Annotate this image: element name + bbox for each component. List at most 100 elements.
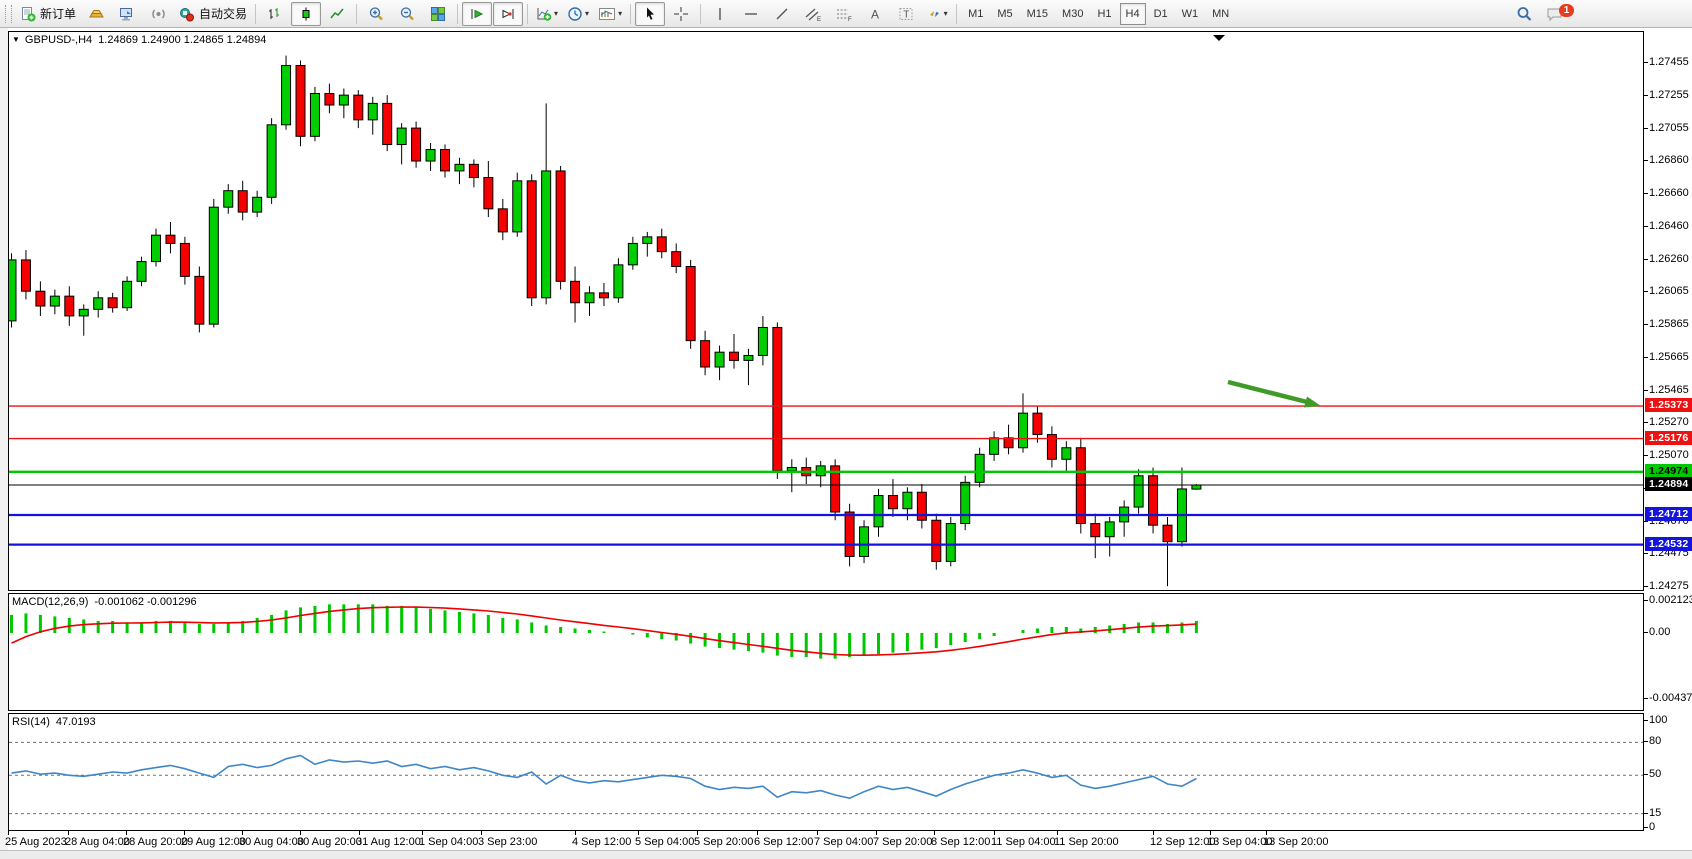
- line-chart-icon: [329, 6, 345, 22]
- trendline-button[interactable]: [767, 2, 797, 26]
- current-price-badge: 1.24894: [1645, 477, 1692, 491]
- price-level-badge: 1.24532: [1645, 537, 1692, 551]
- bar-chart-button[interactable]: [260, 2, 290, 26]
- timeframe-button-M1[interactable]: M1: [962, 3, 989, 25]
- vertical-line-button[interactable]: [705, 2, 735, 26]
- timeframe-button-W1[interactable]: W1: [1176, 3, 1205, 25]
- new-order-button[interactable]: 新订单: [16, 2, 80, 26]
- chevron-down-icon: ▾: [554, 10, 558, 18]
- cursor-icon: [643, 6, 657, 22]
- time-axis-label: 29 Aug 12:00: [181, 836, 246, 848]
- crosshair-icon: [673, 6, 689, 22]
- zoom-in-button[interactable]: [361, 2, 391, 26]
- time-axis-label: 7 Sep 04:00: [814, 836, 873, 848]
- time-axis-tick: [422, 831, 423, 835]
- macd-histogram: [12, 604, 1197, 658]
- candlestick-chart: [9, 32, 1643, 590]
- line-chart-button[interactable]: [322, 2, 352, 26]
- timeframe-button-MN[interactable]: MN: [1206, 3, 1235, 25]
- macd-indicator-pane[interactable]: [8, 593, 1644, 711]
- zoom-out-button[interactable]: [392, 2, 422, 26]
- ohlc-quote: 1.24869 1.24900 1.24865 1.24894: [98, 34, 266, 46]
- cursor-button[interactable]: [635, 2, 665, 26]
- deposit-gold-button[interactable]: [81, 2, 111, 26]
- svg-text:F: F: [848, 17, 852, 22]
- horizontal-line-icon: [743, 6, 759, 22]
- time-axis-tick: [126, 831, 127, 835]
- fibonacci-button[interactable]: F: [829, 2, 859, 26]
- price-axis-tick: 1.26860: [1649, 154, 1689, 166]
- price-axis-tick: 1.25465: [1649, 384, 1689, 396]
- remote-terminal-button[interactable]: [112, 2, 142, 26]
- signals-button[interactable]: [143, 2, 173, 26]
- rsi-axis-tick: 50: [1649, 768, 1661, 780]
- periods-button[interactable]: ▾: [563, 2, 593, 26]
- timeframe-button-M30[interactable]: M30: [1056, 3, 1089, 25]
- new-order-icon: [20, 6, 36, 22]
- price-axis-tick: 1.25070: [1649, 449, 1689, 461]
- symbol-period: GBPUSD-,H4: [25, 34, 92, 46]
- main-chart-pane[interactable]: [8, 31, 1644, 591]
- tile-windows-button[interactable]: [423, 2, 453, 26]
- candlestick-chart-button[interactable]: [291, 2, 321, 26]
- auto-scroll-button[interactable]: [462, 2, 492, 26]
- text-button[interactable]: A: [860, 2, 890, 26]
- notifications-button[interactable]: 1: [1540, 2, 1570, 26]
- time-axis-label: 5 Sep 20:00: [694, 836, 753, 848]
- price-axis-tick: 1.26065: [1649, 285, 1689, 297]
- signal-icon: [150, 6, 167, 22]
- price-axis-tick: 1.24275: [1649, 580, 1689, 592]
- equidistant-channel-button[interactable]: E: [798, 2, 828, 26]
- horizontal-line-button[interactable]: [736, 2, 766, 26]
- rsi-indicator-pane[interactable]: [8, 713, 1644, 831]
- macd-axis-tick: 0.002123: [1649, 594, 1692, 606]
- text-label-button[interactable]: T: [891, 2, 921, 26]
- chart-shift-button[interactable]: [493, 2, 523, 26]
- svg-text:T: T: [903, 9, 909, 20]
- crosshair-button[interactable]: [666, 2, 696, 26]
- timeframe-group: M1M5M15M30H1H4D1W1MN: [961, 3, 1236, 25]
- search-button[interactable]: [1509, 2, 1539, 26]
- arrows-button[interactable]: ▾: [922, 2, 952, 26]
- toolbar-grip[interactable]: [5, 5, 12, 23]
- computer-icon: [118, 6, 136, 22]
- timeframe-button-M15[interactable]: M15: [1021, 3, 1054, 25]
- auto-trading-label: 自动交易: [199, 5, 247, 22]
- vertical-line-icon: [714, 6, 726, 22]
- rsi-axis-tick: 100: [1649, 714, 1667, 726]
- time-axis-tick: [1210, 831, 1211, 835]
- indicators-button[interactable]: ▾: [532, 2, 562, 26]
- time-axis-label: 8 Sep 12:00: [931, 836, 990, 848]
- time-axis-label: 12 Sep 12:00: [1150, 836, 1215, 848]
- tile-windows-icon: [430, 6, 446, 22]
- chevron-down-icon: ▾: [585, 10, 589, 18]
- rsi-axis-tick: 0: [1649, 821, 1655, 833]
- macd-signal-line: [12, 607, 1197, 655]
- time-axis-tick: [184, 831, 185, 835]
- macd-name: MACD(12,26,9): [12, 596, 88, 608]
- time-axis-label: 30 Aug 20:00: [297, 836, 362, 848]
- timeframe-button-H1[interactable]: H1: [1091, 3, 1117, 25]
- time-axis-tick: [757, 831, 758, 835]
- time-axis-tick: [1153, 831, 1154, 835]
- templates-button[interactable]: ▾: [594, 2, 626, 26]
- time-axis-tick: [8, 831, 9, 835]
- fibonacci-icon: F: [835, 6, 853, 22]
- timeframe-button-H4[interactable]: H4: [1120, 3, 1146, 25]
- timeframe-button-D1[interactable]: D1: [1148, 3, 1174, 25]
- price-axis-tick: 1.27055: [1649, 122, 1689, 134]
- time-axis-label: 25 Aug 2023: [5, 836, 67, 848]
- auto-trading-button[interactable]: 自动交易: [174, 2, 251, 26]
- trend-arrow-icon: [1228, 382, 1307, 402]
- rsi-value: 47.0193: [56, 716, 96, 728]
- chevron-down-icon: ▾: [618, 10, 622, 18]
- toolbar-separator: [356, 4, 357, 24]
- time-axis-label: 28 Aug 04:00: [65, 836, 130, 848]
- timeframe-button-M5[interactable]: M5: [991, 3, 1018, 25]
- price-level-badge: 1.25176: [1645, 431, 1692, 445]
- rsi-label: RSI(14)47.0193: [12, 716, 96, 728]
- time-axis-tick: [994, 831, 995, 835]
- price-level-badge: 1.25373: [1645, 398, 1692, 412]
- time-axis-tick: [817, 831, 818, 835]
- chart-collapse-icon[interactable]: ▼: [12, 35, 20, 44]
